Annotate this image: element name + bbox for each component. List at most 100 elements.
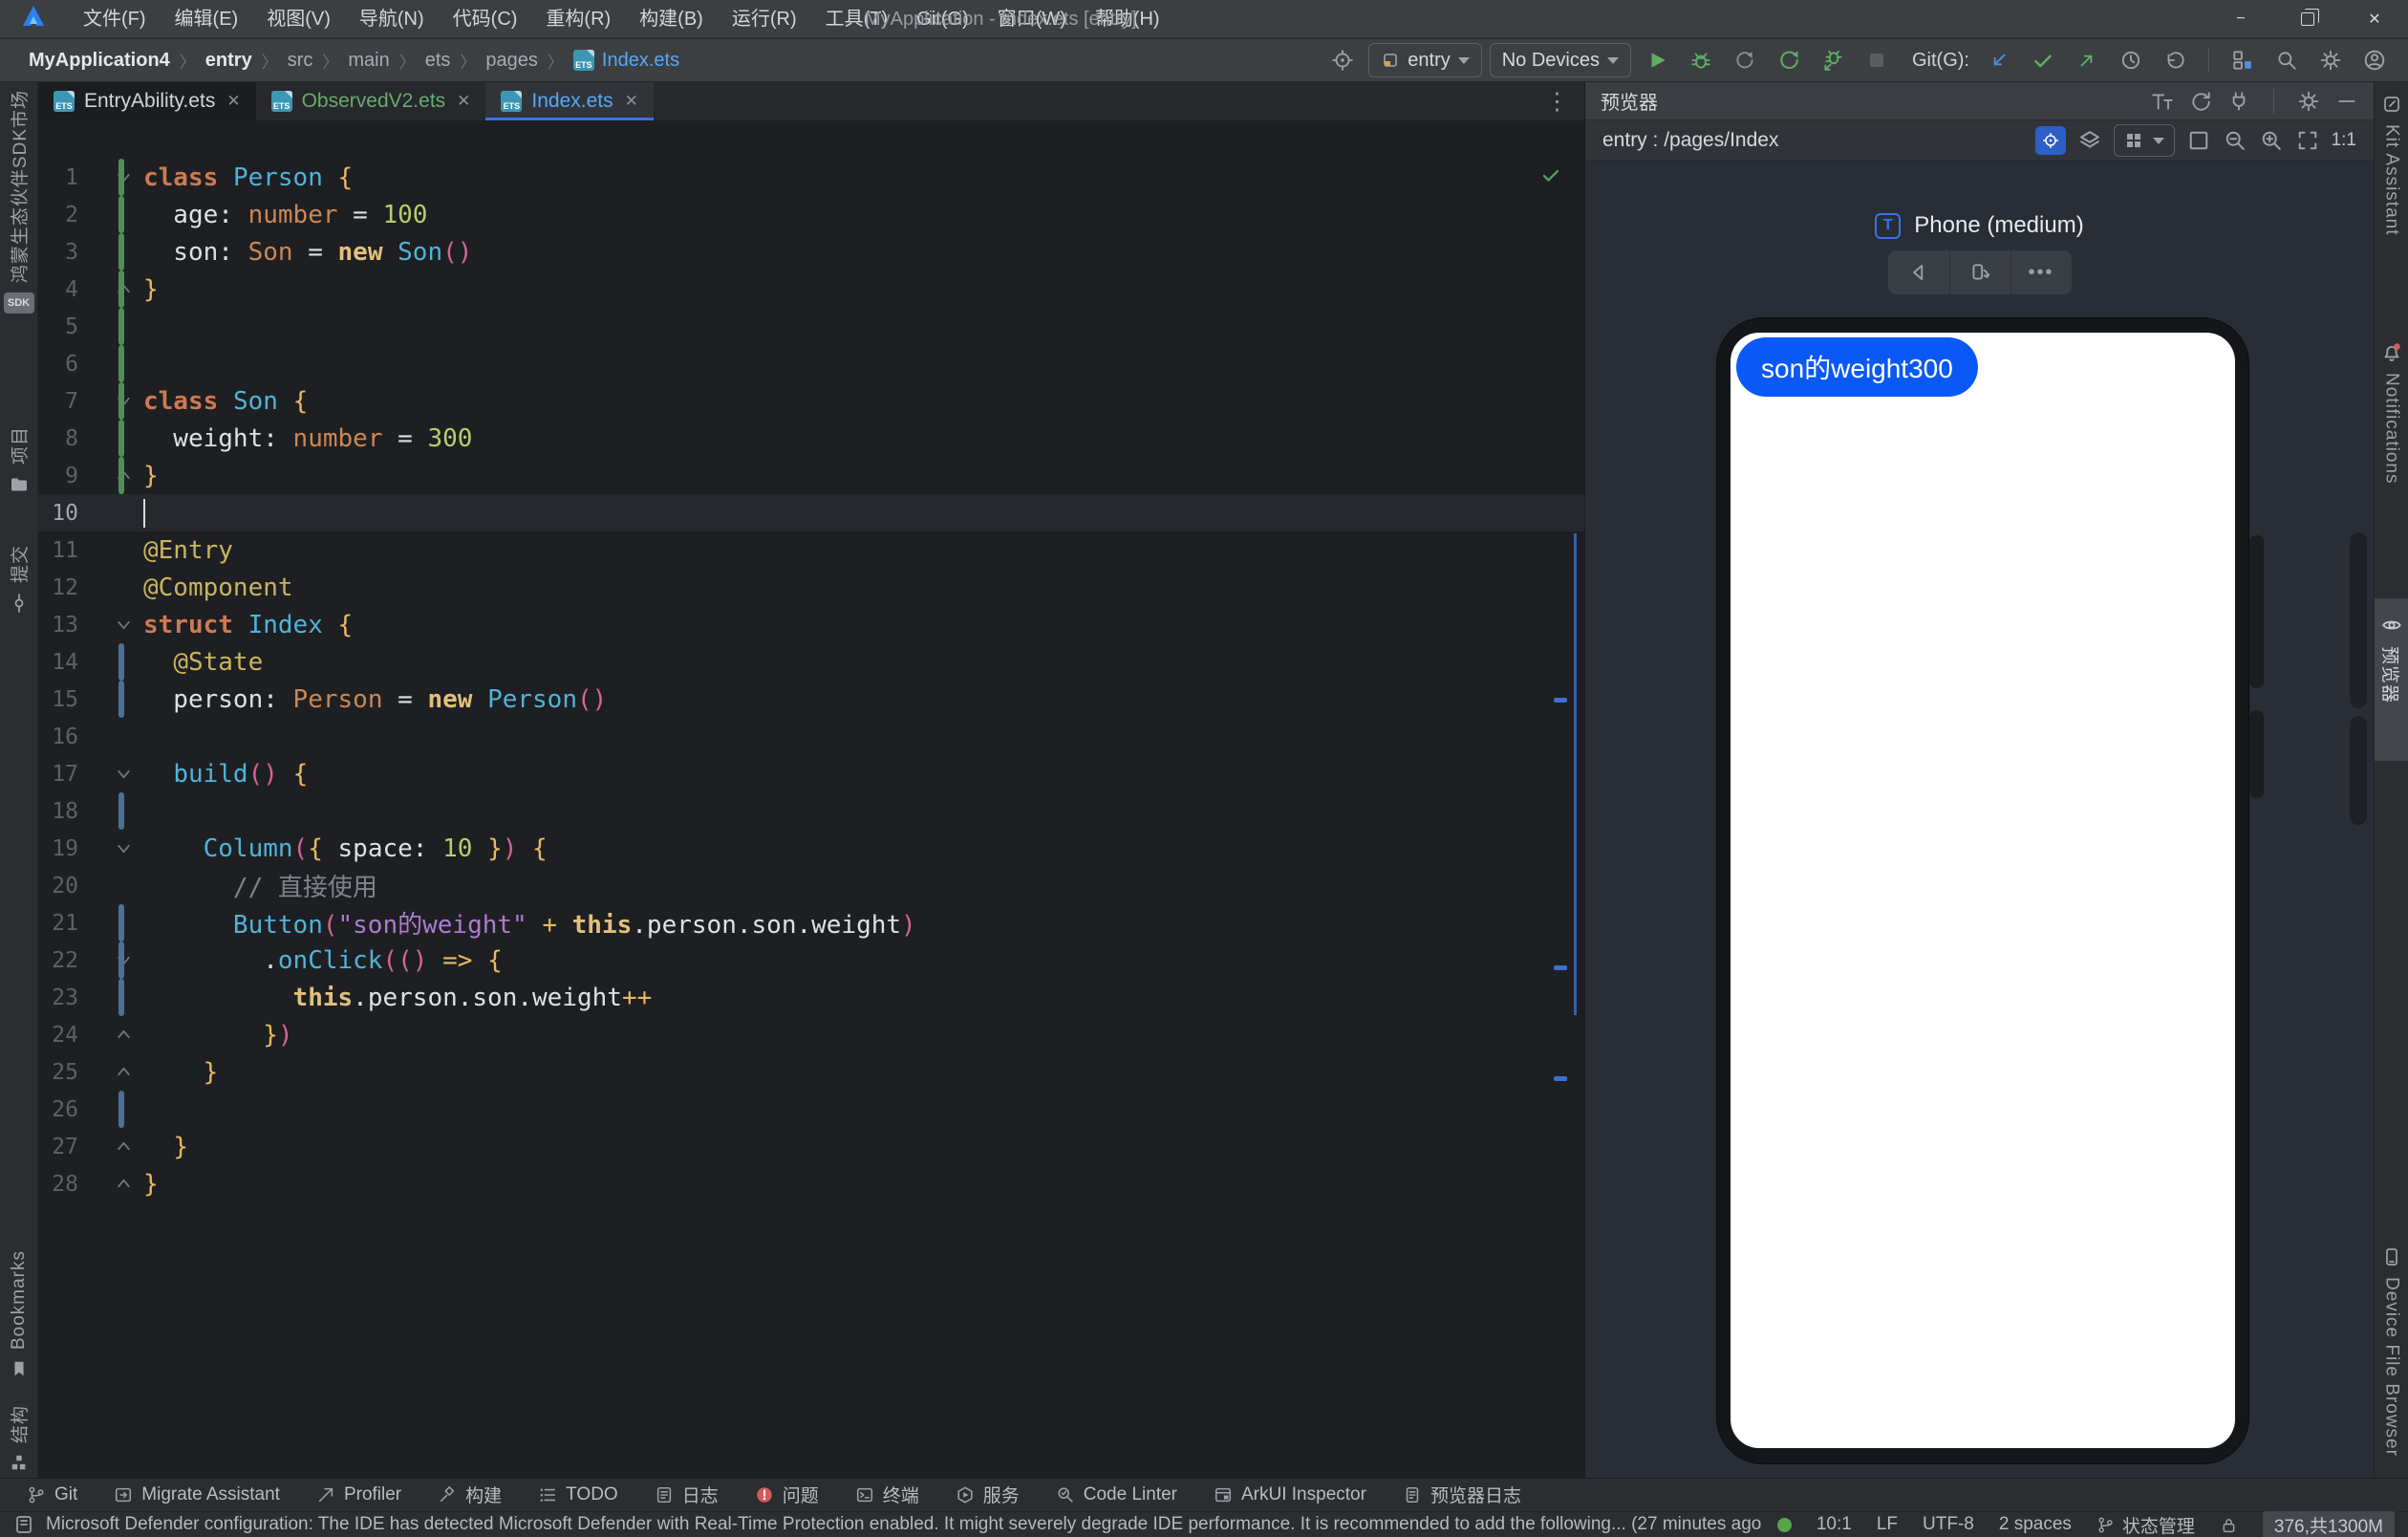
breadcrumb-segment-2[interactable]: src [288,50,313,72]
indent-widget[interactable]: 2 spaces [1999,1514,2072,1535]
lock-icon[interactable] [2220,1516,2238,1534]
font-size-icon[interactable] [2151,90,2174,113]
line-number[interactable]: 16 [38,725,78,749]
tool-window-button-日志[interactable]: 日志 [655,1482,719,1507]
zoom-ratio-label[interactable]: 1:1 [2332,130,2356,151]
breadcrumb-segment-3[interactable]: main [348,50,389,72]
fold-open-icon[interactable] [78,617,140,633]
fold-close-icon[interactable] [78,1027,140,1043]
tool-window-button-TODO[interactable]: TODO [538,1484,618,1505]
menu-item-2[interactable]: 视图(V) [252,0,345,38]
breadcrumb-segment-1[interactable]: entry [205,50,252,72]
sidebar-item-kit-assistant[interactable]: Kit Assistant [2375,94,2408,236]
run-config-select[interactable]: entry [1368,43,1482,77]
fold-open-icon[interactable] [78,766,140,782]
line-number[interactable]: 14 [38,650,78,675]
line-number[interactable]: 24 [38,1023,78,1048]
fold-close-icon[interactable] [78,467,140,484]
fold-close-icon[interactable] [78,1064,140,1080]
sidebar-item-structure[interactable]: 结构 [0,1405,37,1472]
menu-item-6[interactable]: 构建(B) [625,0,718,38]
layers-icon[interactable] [2077,128,2102,153]
line-number[interactable]: 21 [38,911,78,936]
menu-item-5[interactable]: 重构(R) [531,0,625,38]
back-button[interactable] [1888,250,1949,294]
more-options-button[interactable]: ••• [2010,250,2072,294]
tool-window-button-Code Linter[interactable]: Code Linter [1056,1484,1177,1505]
inspect-mode-button[interactable] [2034,126,2066,155]
debug-button[interactable] [1683,43,1719,77]
tool-window-button-服务[interactable]: 服务 [956,1482,1020,1507]
menu-item-7[interactable]: 运行(R) [718,0,811,38]
fold-close-icon[interactable] [78,1138,140,1155]
device-target-icon[interactable] [1324,43,1361,77]
line-number[interactable]: 2 [38,203,78,227]
editor-tab-Index.ets[interactable]: ETS Index.ets ✕ [485,82,655,120]
sidebar-item-device-file-browser[interactable]: Device File Browser [2375,1246,2408,1457]
line-number[interactable]: 9 [38,464,78,488]
breadcrumb-segment-5[interactable]: pages [485,50,538,72]
fold-open-icon[interactable] [78,952,140,968]
sidebar-item-previewer[interactable]: 预览器 [2375,614,2408,704]
line-number[interactable]: 5 [38,314,78,339]
tool-window-button-预览器日志[interactable]: 预览器日志 [1403,1482,1521,1507]
tool-window-button-问题[interactable]: 问题 [755,1482,819,1507]
fold-close-icon[interactable] [78,281,140,297]
fit-to-screen-icon[interactable] [2295,128,2320,153]
zoom-in-icon[interactable] [2259,128,2284,153]
line-number[interactable]: 10 [38,501,78,526]
line-number[interactable]: 19 [38,836,78,861]
line-ending-widget[interactable]: LF [1877,1514,1898,1535]
line-number[interactable]: 25 [38,1060,78,1085]
preview-app-button[interactable]: son的weight300 [1736,337,1978,397]
editor-tab-ObservedV2.ets[interactable]: ETS ObservedV2.ets ✕ [255,82,486,120]
line-number[interactable]: 23 [38,985,78,1010]
stop-button[interactable] [1859,43,1895,77]
tool-window-button-Migrate Assistant[interactable]: Migrate Assistant [114,1484,280,1505]
memory-indicator[interactable]: 376,共1300M [2262,1510,2395,1537]
caret-position-widget[interactable]: 10:1 [1817,1514,1852,1535]
attach-debugger-button[interactable] [1815,43,1851,77]
restore-button[interactable] [2274,0,2341,38]
run-button[interactable] [1639,43,1675,77]
sidebar-item-notifications[interactable]: Notifications [2375,340,2408,485]
tool-window-button-构建[interactable]: 构建 [438,1482,502,1507]
close-tab-icon[interactable]: ✕ [457,92,470,111]
tool-window-button-终端[interactable]: 终端 [855,1482,919,1507]
inspection-ok-icon[interactable] [1540,164,1561,185]
encoding-widget[interactable]: UTF-8 [1923,1514,1974,1535]
minimize-button[interactable]: − [2207,0,2274,38]
menu-item-0[interactable]: 文件(F) [69,0,161,38]
tool-window-button-Profiler[interactable]: Profiler [316,1484,401,1505]
close-button[interactable]: ✕ [2341,0,2408,38]
canvas-scrollbar-segment[interactable] [2350,716,2367,825]
git-commit-button[interactable] [2025,43,2061,77]
line-number[interactable]: 18 [38,799,78,824]
git-branch-widget[interactable]: 状态管理 [2096,1512,2195,1537]
line-number[interactable]: 4 [38,277,78,302]
line-number[interactable]: 13 [38,613,78,638]
device-select[interactable]: No Devices [1489,43,1631,77]
tool-window-button-Git[interactable]: Git [27,1484,77,1505]
rotate-device-button[interactable] [1948,250,2010,294]
menu-item-3[interactable]: 导航(N) [345,0,439,38]
line-number[interactable]: 7 [38,389,78,414]
close-tab-icon[interactable]: ✕ [625,92,638,111]
frame-icon[interactable] [2186,128,2211,153]
plug-icon[interactable] [2227,90,2250,113]
code-editor[interactable]: 1 class Person {2 age: number = 100 3 son:… [38,120,1584,1478]
line-number[interactable]: 27 [38,1135,78,1159]
minimize-panel-icon[interactable] [2335,90,2358,113]
git-push-button[interactable] [2069,43,2105,77]
fold-open-icon[interactable] [78,169,140,185]
editor-options-kebab-icon[interactable]: ⋮ [1545,87,1569,116]
project-structure-icon[interactable] [2225,43,2261,77]
menu-item-1[interactable]: 编辑(E) [161,0,253,38]
restart-app-button[interactable] [1771,43,1807,77]
sidebar-item-bookmarks[interactable]: Bookmarks [0,1250,37,1378]
line-number[interactable]: 11 [38,538,78,563]
line-number[interactable]: 8 [38,426,78,451]
canvas-scrollbar-segment[interactable] [2350,532,2367,708]
tool-window-button-ArkUI Inspector[interactable]: ArkUI Inspector [1214,1484,1366,1505]
history-button[interactable] [2113,43,2149,77]
